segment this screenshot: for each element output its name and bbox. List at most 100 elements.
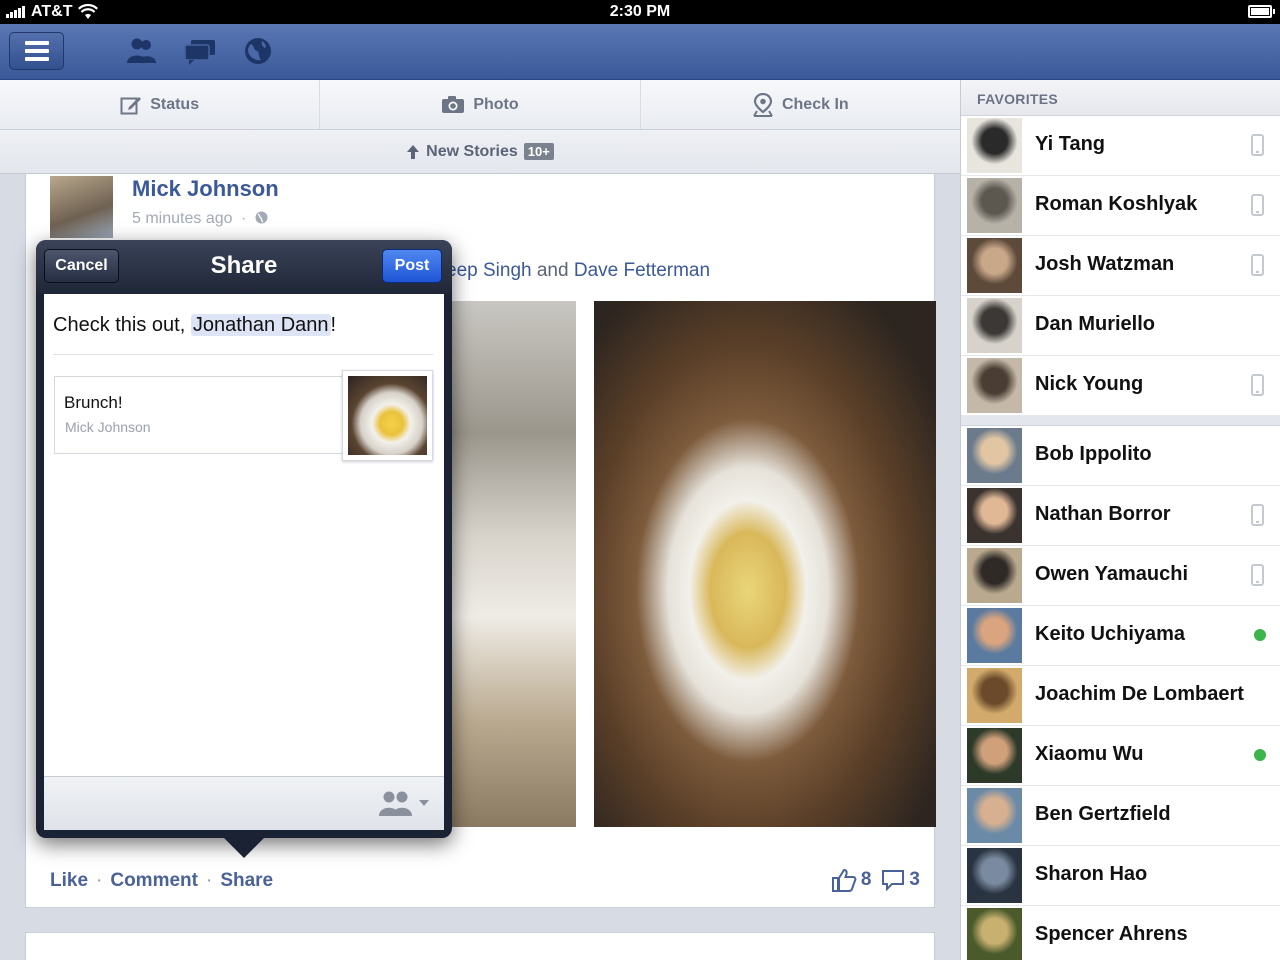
nav-bar [0, 24, 1280, 80]
avatar [967, 428, 1022, 483]
composer-bar: Status Photo Check In [0, 80, 960, 130]
new-stories-bar[interactable]: New Stories 10+ [0, 130, 960, 174]
public-globe-icon [255, 211, 268, 224]
avatar [967, 848, 1022, 903]
attachment-thumbnail [342, 370, 433, 461]
chat-sidebar: FAVORITES Yi Tang Roman Koshlyak Josh Watz… [960, 80, 1280, 960]
battery-icon [1248, 5, 1275, 18]
arrow-up-icon [407, 144, 420, 159]
contact-row[interactable]: Yi Tang [961, 116, 1280, 176]
post-timestamp: 5 minutes ago [132, 210, 233, 227]
author-name[interactable]: Mick Johnson [132, 176, 279, 202]
avatar [967, 118, 1022, 173]
contact-row[interactable]: Owen Yamauchi [961, 546, 1280, 606]
mobile-phone-icon [1251, 504, 1264, 526]
mention-tag[interactable]: Jonathan Dann [190, 314, 331, 336]
contact-name: Ben Gertzfield [1035, 803, 1171, 825]
friend-requests-icon[interactable] [124, 36, 158, 66]
likes-count: 8 [860, 869, 872, 890]
thumbs-up-icon [831, 868, 857, 892]
contact-row[interactable]: Ben Gertzfield [961, 786, 1280, 846]
online-status-icon [1254, 629, 1266, 641]
audience-selector[interactable] [376, 789, 430, 817]
like-link[interactable]: Like [50, 870, 88, 892]
contact-name: Owen Yamauchi [1035, 563, 1189, 585]
post-button[interactable]: Post [382, 249, 442, 283]
sidebar-divider [961, 416, 1280, 426]
shared-attachment: Brunch! Mick Johnson [54, 376, 344, 454]
contact-row[interactable]: Josh Watzman [961, 236, 1280, 296]
share-message-area[interactable]: Check this out, Jonathan Dann! Brunch! M… [44, 294, 444, 776]
avatar [967, 908, 1022, 960]
contact-name: Roman Koshlyak [1035, 193, 1198, 215]
story-counts[interactable]: 8 3 [831, 868, 920, 892]
location-pin-icon [753, 92, 773, 117]
mobile-phone-icon [1251, 134, 1264, 156]
new-stories-label: New Stories [426, 142, 518, 160]
tagged-friends: eep Singh and Dave Fetterman [446, 260, 710, 282]
contact-name: Spencer Ahrens [1035, 923, 1188, 945]
post-photo-1[interactable] [451, 301, 576, 827]
pencil-icon [120, 96, 142, 114]
share-link[interactable]: Share [220, 870, 273, 892]
contact-name: Sharon Hao [1035, 863, 1148, 885]
contact-name: Nick Young [1035, 373, 1144, 395]
avatar [967, 178, 1022, 233]
photo-label: Photo [473, 95, 519, 113]
share-dialog-header: Share Cancel Post [36, 240, 452, 294]
tagged-friend-1[interactable]: eep Singh [446, 260, 532, 281]
contact-row[interactable]: Xiaomu Wu [961, 726, 1280, 786]
mobile-phone-icon [1251, 564, 1264, 586]
action-separator: · [205, 870, 213, 891]
favorites-header: FAVORITES [961, 80, 1280, 116]
avatar [967, 298, 1022, 353]
contact-name: Dan Muriello [1035, 313, 1156, 335]
status-button[interactable]: Status [0, 80, 321, 129]
contact-row[interactable]: Nathan Borror [961, 486, 1280, 546]
avatar [967, 238, 1022, 293]
notifications-globe-icon[interactable] [241, 36, 275, 66]
contact-row[interactable]: Bob Ippolito [961, 426, 1280, 486]
avatar [967, 358, 1022, 413]
cancel-button[interactable]: Cancel [44, 249, 119, 283]
contact-row[interactable]: Dan Muriello [961, 296, 1280, 356]
contact-name: Josh Watzman [1035, 253, 1175, 275]
share-message-text[interactable]: Check this out, Jonathan Dann! [53, 314, 336, 337]
photo-button[interactable]: Photo [320, 80, 641, 129]
share-dialog: Share Cancel Post Check this out, Jonath… [36, 240, 452, 858]
menu-button[interactable] [9, 32, 64, 70]
message-prefix: Check this out, [53, 314, 186, 336]
avatar [967, 488, 1022, 543]
tagged-friend-2[interactable]: Dave Fetterman [574, 260, 710, 281]
likes-count-group[interactable]: 8 [831, 868, 872, 892]
comments-count-group[interactable]: 3 [881, 869, 920, 891]
contact-row[interactable]: Spencer Ahrens [961, 906, 1280, 960]
contact-row[interactable]: Sharon Hao [961, 846, 1280, 906]
status-bar: AT&T 2:30 PM [0, 0, 1280, 24]
contact-name: Keito Uchiyama [1035, 623, 1186, 645]
action-separator: · [96, 870, 103, 891]
friends-audience-icon [379, 791, 412, 816]
contact-row[interactable]: Nick Young [961, 356, 1280, 416]
status-label: Status [150, 95, 200, 113]
contact-row[interactable]: Joachim De Lombaert [961, 666, 1280, 726]
contact-name: Xiaomu Wu [1035, 743, 1144, 765]
avatar [967, 548, 1022, 603]
mobile-phone-icon [1251, 374, 1264, 396]
checkin-button[interactable]: Check In [641, 80, 960, 129]
clock: 2:30 PM [609, 3, 671, 20]
post-time: 5 minutes ago · [132, 210, 268, 228]
next-feed-story [25, 932, 935, 960]
contact-row[interactable]: Keito Uchiyama [961, 606, 1280, 666]
divider [53, 354, 433, 355]
story-actions: Like · Comment · Share 8 3 [26, 856, 934, 906]
post-photo-2[interactable] [594, 301, 936, 827]
messages-icon[interactable] [183, 36, 217, 66]
contact-row[interactable]: Roman Koshlyak [961, 176, 1280, 236]
checkin-label: Check In [781, 95, 849, 113]
contact-name: Nathan Borror [1035, 503, 1171, 525]
chevron-down-icon [419, 800, 429, 806]
comment-link[interactable]: Comment [110, 870, 198, 892]
author-avatar[interactable] [50, 176, 113, 238]
message-suffix: ! [330, 314, 337, 336]
